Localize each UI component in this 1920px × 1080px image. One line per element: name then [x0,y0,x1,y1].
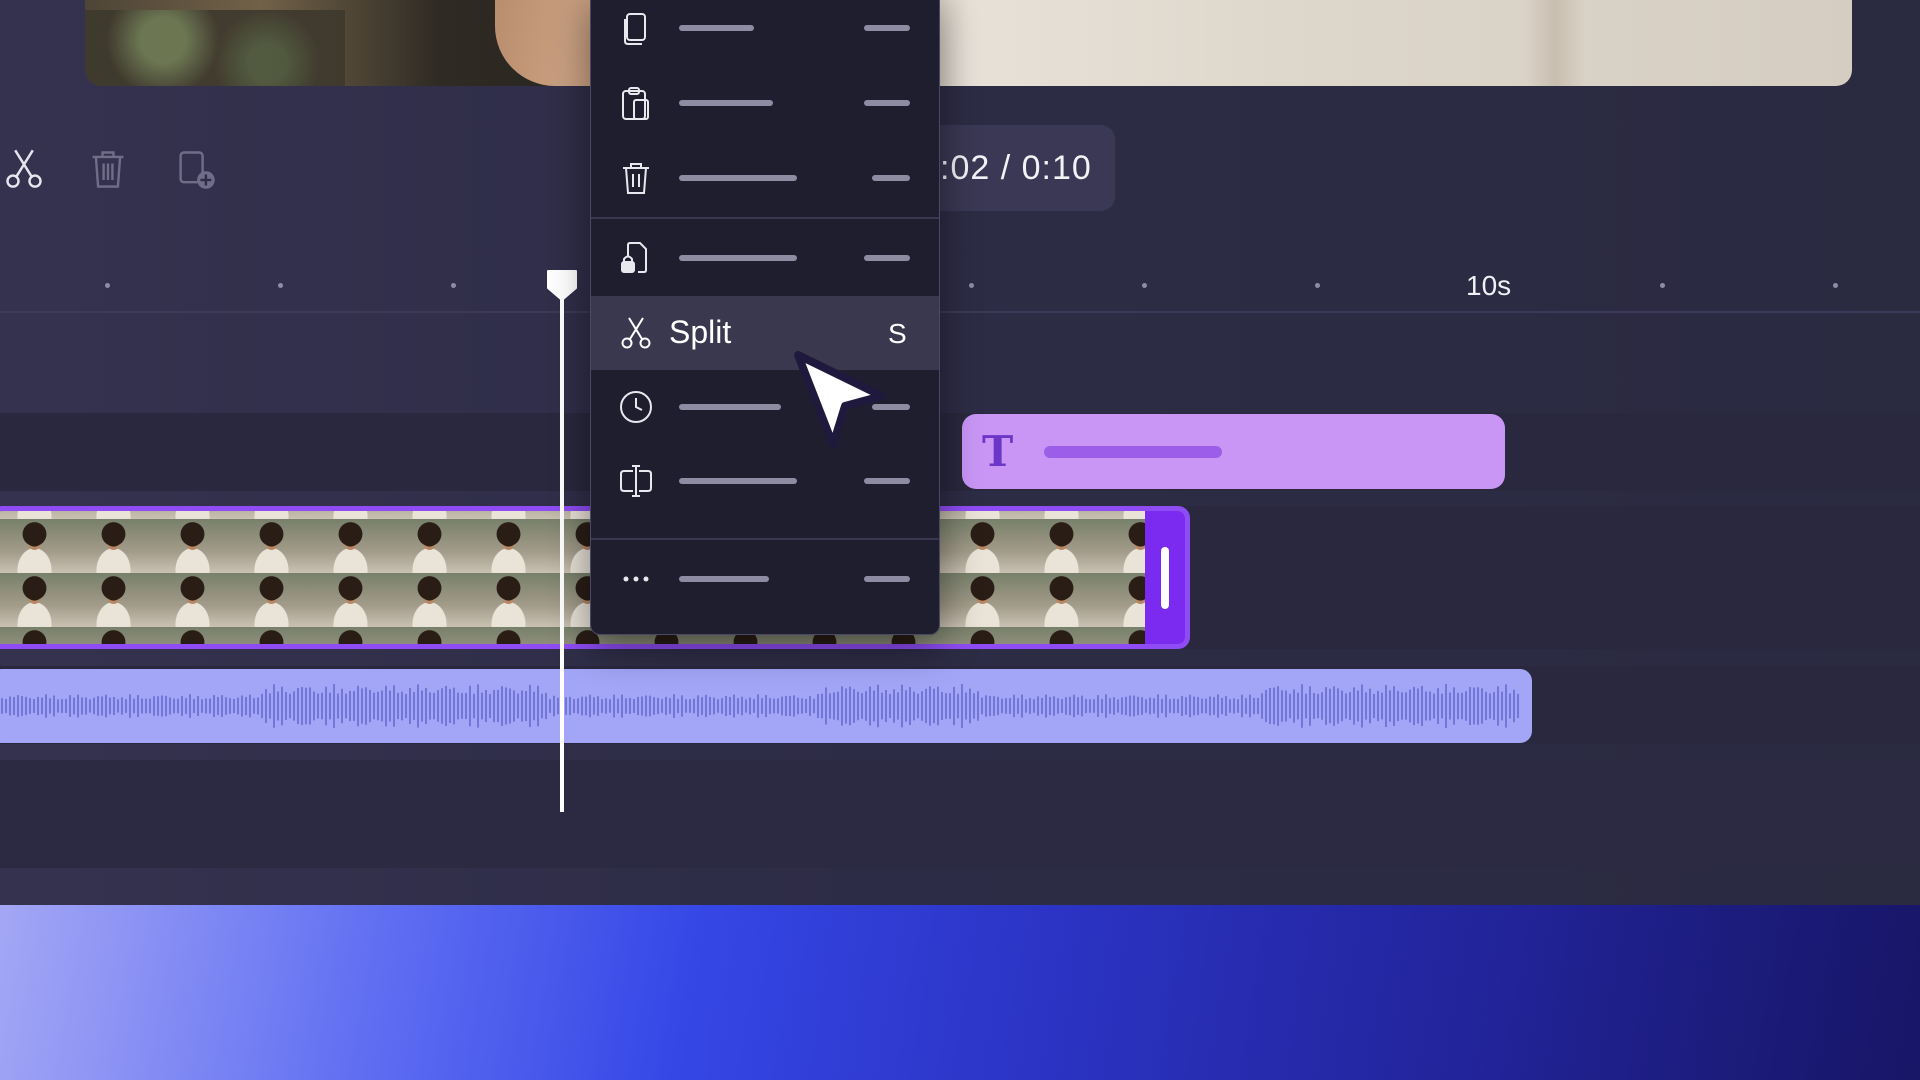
ruler-tick [1660,283,1665,288]
time-display-text: :02 / 0:10 [940,148,1092,187]
copy-add-icon [179,151,215,189]
menu-item-label-bar [679,255,797,261]
menu-item-label-bar [679,175,797,181]
duplicate-tool-button[interactable] [172,145,220,193]
split-frame-icon [616,461,656,501]
trim-grip [1161,546,1169,609]
menu-item-label-bar [679,25,754,31]
copy-icon [616,8,656,48]
menu-item-more[interactable] [591,542,939,616]
menu-item-label-bar [679,478,797,484]
ruler-label-10s: 10s [1466,270,1512,301]
lock-icon [616,238,656,278]
trash-icon [616,158,656,198]
text-track [0,413,1920,491]
menu-item-shortcut-bar [864,576,910,582]
text-clip-placeholder-bar [1044,445,1222,458]
ruler-tick [105,283,110,288]
ruler-tick [1315,283,1320,288]
text-icon: T [982,427,1014,476]
time-display: :02 / 0:10 [920,125,1115,211]
menu-item-label-bar [679,100,773,106]
menu-item-label-bar [679,576,769,582]
bottom-gradient-panel [0,905,1920,1080]
menu-item-shortcut-bar [864,25,910,31]
menu-item-lock[interactable] [591,221,939,295]
text-clip[interactable]: T [962,414,1505,489]
ruler-tick [969,283,974,288]
playhead-line[interactable] [560,285,564,812]
menu-item-shortcut-bar [864,478,910,484]
context-menu: Split S [590,0,940,635]
delete-tool-button[interactable] [84,145,132,193]
menu-item-shortcut-bar [864,255,910,261]
clock-icon [616,387,656,427]
ruler-tick [278,283,283,288]
bottom-gradient-shade [670,905,1920,1080]
preview-background-foliage [85,10,345,86]
empty-track [0,760,1920,868]
scissors-icon [6,149,42,188]
menu-divider [591,538,939,540]
menu-item-split-label: Split [669,314,732,350]
menu-item-paste[interactable] [591,66,939,140]
timeline-ruler[interactable]: 10s [0,255,1920,315]
mouse-pointer-icon [794,351,886,449]
menu-item-shortcut-bar [864,100,910,106]
more-icon [616,559,656,599]
ruler-tick [1142,283,1147,288]
menu-item-delete[interactable] [591,141,939,215]
playhead-handle[interactable] [545,268,579,302]
paste-icon [616,83,656,123]
menu-divider [591,217,939,219]
video-preview [85,0,1852,86]
scissors-icon [616,313,656,353]
audio-clip[interactable] [0,669,1532,743]
clip-trim-handle[interactable] [1145,511,1185,644]
ruler-tick [451,283,456,288]
ruler-tick [1833,283,1838,288]
preview-shirt-fold [1525,0,1585,86]
menu-item-label-bar [679,404,781,410]
trash-icon [92,151,124,188]
ruler-divider [0,311,1920,313]
audio-waveform [1,684,1519,728]
menu-item-copy[interactable] [591,0,939,65]
menu-item-split-shortcut: S [888,318,907,349]
split-tool-button[interactable] [0,145,48,193]
menu-item-shortcut-bar [872,175,910,181]
